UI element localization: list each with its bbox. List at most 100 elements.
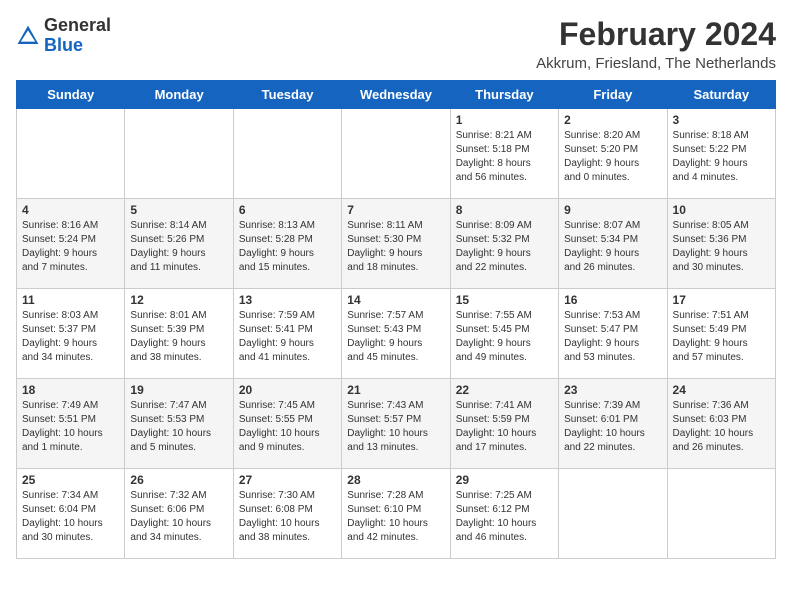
day-info: Sunrise: 8:09 AM Sunset: 5:32 PM Dayligh… (456, 219, 553, 275)
calendar-cell: 19 Sunrise: 7:47 AM Sunset: 5:53 PM Dayli… (125, 379, 233, 469)
day-number: 27 (239, 473, 336, 487)
calendar-cell (125, 109, 233, 199)
day-number: 8 (456, 203, 553, 217)
day-number: 29 (456, 473, 553, 487)
day-number: 20 (239, 383, 336, 397)
day-number: 14 (347, 293, 444, 307)
calendar-cell: 15 Sunrise: 7:55 AM Sunset: 5:45 PM Dayli… (450, 289, 558, 379)
calendar-cell: 10Sunrise: 8:05 AM Sunset: 5:36 PM Dayli… (667, 199, 775, 289)
calendar-cell: 16 Sunrise: 7:53 AM Sunset: 5:47 PM Dayli… (559, 289, 667, 379)
day-info: Sunrise: 7:30 AM Sunset: 6:08 PM Dayligh… (239, 489, 336, 545)
day-number: 3 (673, 113, 770, 127)
day-number: 15 (456, 293, 553, 307)
calendar-cell: 13 Sunrise: 7:59 AM Sunset: 5:41 PM Dayli… (233, 289, 341, 379)
calendar-cell (342, 109, 450, 199)
calendar-cell: 22 Sunrise: 7:41 AM Sunset: 5:59 PM Dayli… (450, 379, 558, 469)
page-header: General Blue February 2024 Akkrum, Fries… (16, 16, 776, 72)
day-info: Sunrise: 7:41 AM Sunset: 5:59 PM Dayligh… (456, 399, 553, 455)
calendar-cell: 27 Sunrise: 7:30 AM Sunset: 6:08 PM Dayli… (233, 469, 341, 559)
day-number: 5 (130, 203, 227, 217)
calendar-cell (559, 469, 667, 559)
header-friday: Friday (559, 81, 667, 109)
day-info: Sunrise: 7:51 AM Sunset: 5:49 PM Dayligh… (673, 309, 770, 365)
week-row-5: 25Sunrise: 7:34 AM Sunset: 6:04 PM Dayli… (17, 469, 776, 559)
day-number: 6 (239, 203, 336, 217)
day-info: Sunrise: 8:21 AM Sunset: 5:18 PM Dayligh… (456, 129, 553, 185)
calendar-cell: 1 Sunrise: 8:21 AM Sunset: 5:18 PM Daylig… (450, 109, 558, 199)
day-number: 16 (564, 293, 661, 307)
header-sunday: Sunday (17, 81, 125, 109)
header-thursday: Thursday (450, 81, 558, 109)
calendar-cell: 25Sunrise: 7:34 AM Sunset: 6:04 PM Dayli… (17, 469, 125, 559)
logo-blue: Blue (44, 35, 83, 55)
header-wednesday: Wednesday (342, 81, 450, 109)
calendar-cell (233, 109, 341, 199)
title-block: February 2024 Akkrum, Friesland, The Net… (536, 16, 776, 72)
calendar-body: 1 Sunrise: 8:21 AM Sunset: 5:18 PM Daylig… (17, 109, 776, 559)
day-number: 12 (130, 293, 227, 307)
day-info: Sunrise: 7:57 AM Sunset: 5:43 PM Dayligh… (347, 309, 444, 365)
calendar-cell: 24 Sunrise: 7:36 AM Sunset: 6:03 PM Dayli… (667, 379, 775, 469)
day-number: 28 (347, 473, 444, 487)
day-info: Sunrise: 7:28 AM Sunset: 6:10 PM Dayligh… (347, 489, 444, 545)
day-info: Sunrise: 7:36 AM Sunset: 6:03 PM Dayligh… (673, 399, 770, 455)
day-info: Sunrise: 8:11 AM Sunset: 5:30 PM Dayligh… (347, 219, 444, 275)
calendar-cell: 28 Sunrise: 7:28 AM Sunset: 6:10 PM Dayli… (342, 469, 450, 559)
calendar-cell: 21Sunrise: 7:43 AM Sunset: 5:57 PM Dayli… (342, 379, 450, 469)
header-saturday: Saturday (667, 81, 775, 109)
day-info: Sunrise: 7:49 AM Sunset: 5:51 PM Dayligh… (22, 399, 119, 455)
day-number: 22 (456, 383, 553, 397)
calendar-cell: 29 Sunrise: 7:25 AM Sunset: 6:12 PM Dayli… (450, 469, 558, 559)
header-monday: Monday (125, 81, 233, 109)
calendar-header: SundayMondayTuesdayWednesdayThursdayFrid… (17, 81, 776, 109)
day-number: 23 (564, 383, 661, 397)
day-info: Sunrise: 8:01 AM Sunset: 5:39 PM Dayligh… (130, 309, 227, 365)
day-number: 19 (130, 383, 227, 397)
week-row-4: 18Sunrise: 7:49 AM Sunset: 5:51 PM Dayli… (17, 379, 776, 469)
day-info: Sunrise: 7:32 AM Sunset: 6:06 PM Dayligh… (130, 489, 227, 545)
day-number: 7 (347, 203, 444, 217)
header-row: SundayMondayTuesdayWednesdayThursdayFrid… (17, 81, 776, 109)
day-number: 26 (130, 473, 227, 487)
day-info: Sunrise: 7:47 AM Sunset: 5:53 PM Dayligh… (130, 399, 227, 455)
day-number: 2 (564, 113, 661, 127)
calendar-cell: 5 Sunrise: 8:14 AM Sunset: 5:26 PM Daylig… (125, 199, 233, 289)
calendar-cell: 23 Sunrise: 7:39 AM Sunset: 6:01 PM Dayli… (559, 379, 667, 469)
calendar-cell: 6Sunrise: 8:13 AM Sunset: 5:28 PM Daylig… (233, 199, 341, 289)
calendar-cell: 7 Sunrise: 8:11 AM Sunset: 5:30 PM Daylig… (342, 199, 450, 289)
calendar-cell (667, 469, 775, 559)
calendar-cell: 2Sunrise: 8:20 AM Sunset: 5:20 PM Daylig… (559, 109, 667, 199)
calendar-cell (17, 109, 125, 199)
calendar-cell: 9Sunrise: 8:07 AM Sunset: 5:34 PM Daylig… (559, 199, 667, 289)
week-row-3: 11Sunrise: 8:03 AM Sunset: 5:37 PM Dayli… (17, 289, 776, 379)
day-info: Sunrise: 7:25 AM Sunset: 6:12 PM Dayligh… (456, 489, 553, 545)
day-number: 4 (22, 203, 119, 217)
day-number: 24 (673, 383, 770, 397)
day-number: 9 (564, 203, 661, 217)
day-number: 17 (673, 293, 770, 307)
day-info: Sunrise: 8:03 AM Sunset: 5:37 PM Dayligh… (22, 309, 119, 365)
day-info: Sunrise: 7:53 AM Sunset: 5:47 PM Dayligh… (564, 309, 661, 365)
logo-general: General (44, 15, 111, 35)
week-row-2: 4 Sunrise: 8:16 AM Sunset: 5:24 PM Daylig… (17, 199, 776, 289)
day-number: 1 (456, 113, 553, 127)
week-row-1: 1 Sunrise: 8:21 AM Sunset: 5:18 PM Daylig… (17, 109, 776, 199)
day-info: Sunrise: 7:55 AM Sunset: 5:45 PM Dayligh… (456, 309, 553, 365)
calendar-cell: 11Sunrise: 8:03 AM Sunset: 5:37 PM Dayli… (17, 289, 125, 379)
day-info: Sunrise: 8:05 AM Sunset: 5:36 PM Dayligh… (673, 219, 770, 275)
day-number: 13 (239, 293, 336, 307)
day-number: 25 (22, 473, 119, 487)
calendar-cell: 20 Sunrise: 7:45 AM Sunset: 5:55 PM Dayli… (233, 379, 341, 469)
calendar-cell: 12 Sunrise: 8:01 AM Sunset: 5:39 PM Dayli… (125, 289, 233, 379)
month-title: February 2024 (536, 16, 776, 53)
calendar-cell: 3Sunrise: 8:18 AM Sunset: 5:22 PM Daylig… (667, 109, 775, 199)
day-info: Sunrise: 8:16 AM Sunset: 5:24 PM Dayligh… (22, 219, 119, 275)
day-info: Sunrise: 8:14 AM Sunset: 5:26 PM Dayligh… (130, 219, 227, 275)
calendar-cell: 14 Sunrise: 7:57 AM Sunset: 5:43 PM Dayli… (342, 289, 450, 379)
calendar-cell: 18Sunrise: 7:49 AM Sunset: 5:51 PM Dayli… (17, 379, 125, 469)
day-info: Sunrise: 7:59 AM Sunset: 5:41 PM Dayligh… (239, 309, 336, 365)
day-info: Sunrise: 7:39 AM Sunset: 6:01 PM Dayligh… (564, 399, 661, 455)
day-number: 21 (347, 383, 444, 397)
calendar-cell: 8 Sunrise: 8:09 AM Sunset: 5:32 PM Daylig… (450, 199, 558, 289)
day-info: Sunrise: 7:45 AM Sunset: 5:55 PM Dayligh… (239, 399, 336, 455)
